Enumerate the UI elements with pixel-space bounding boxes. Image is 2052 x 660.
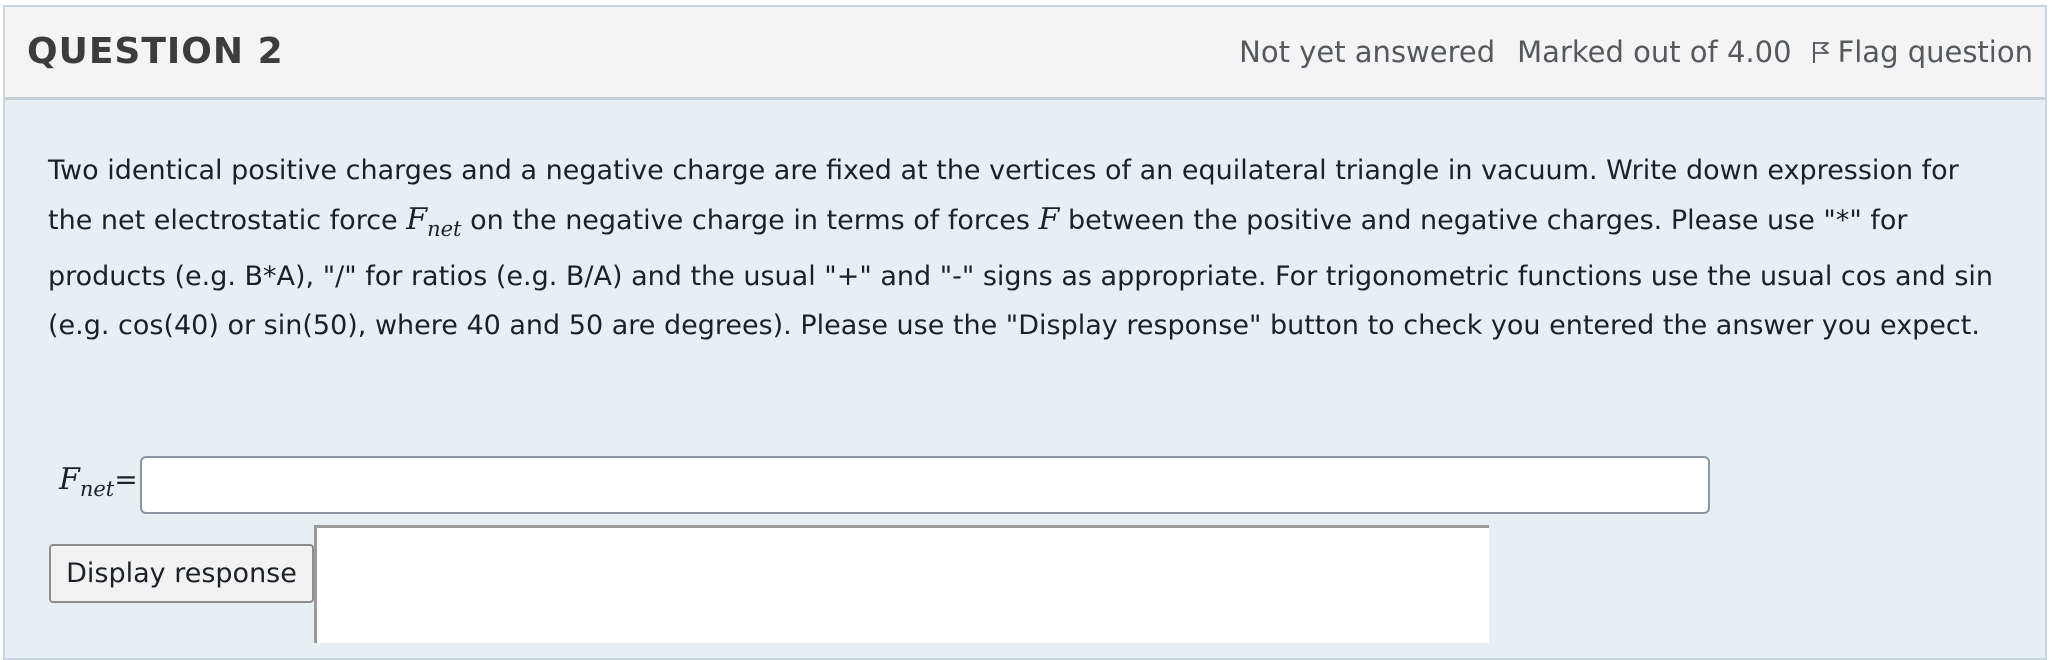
flag-question-link[interactable]: Flag question [1812, 35, 2033, 69]
question-text-part-2: on the negative charge in terms of force… [461, 204, 1039, 236]
question-info: Not yet answered Marked out of 4.00 Flag… [1239, 35, 2033, 69]
question-grade: Marked out of 4.00 [1517, 35, 1792, 69]
fnet-symbol: Fnet [406, 201, 462, 241]
answer-input[interactable] [140, 456, 1710, 514]
question-title: QUESTION 2 [27, 31, 284, 72]
question-header: QUESTION 2 Not yet answered Marked out o… [5, 7, 2045, 100]
question-text: Two identical positive charges and a neg… [48, 147, 2008, 350]
display-response-button[interactable]: Display response [49, 544, 314, 603]
flag-icon [1812, 42, 1829, 63]
question-card: QUESTION 2 Not yet answered Marked out o… [3, 5, 2047, 660]
f-symbol: F [1038, 201, 1060, 237]
display-response-output [314, 525, 1489, 643]
question-status: Not yet answered [1239, 35, 1496, 69]
flag-question-label: Flag question [1837, 35, 2033, 69]
answer-label: Fnet= [59, 462, 138, 501]
